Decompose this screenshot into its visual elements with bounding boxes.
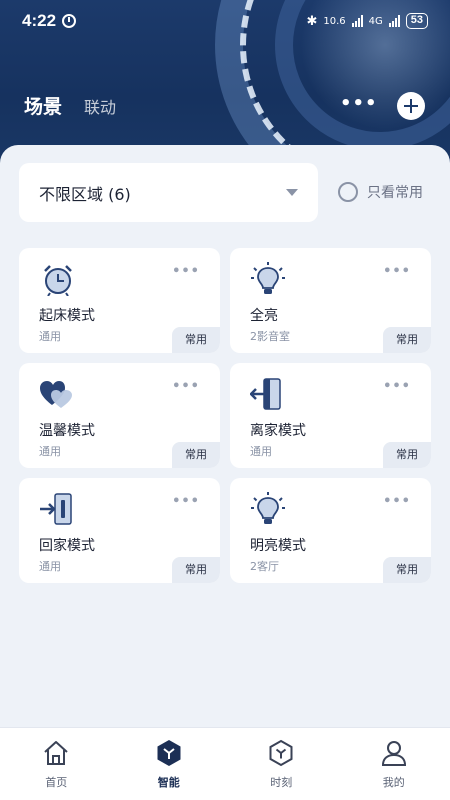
- area-filter-dropdown[interactable]: 不限区域 (6): [19, 163, 318, 222]
- nav-smart[interactable]: 智能: [113, 728, 226, 800]
- card-more-icon[interactable]: •••: [383, 265, 411, 278]
- nav-label: 我的: [382, 776, 405, 789]
- card-more-icon[interactable]: •••: [383, 380, 411, 393]
- light-bulb-icon: [251, 492, 285, 524]
- scene-grid: ••• 起床模式 通用 常用 ••• 全亮 2影音室 常用 ••• 温馨模式 通…: [19, 248, 431, 583]
- return-home-icon: [40, 493, 72, 525]
- nav-home[interactable]: 首页: [0, 728, 113, 800]
- scene-card[interactable]: ••• 回家模式 通用 常用: [19, 478, 220, 583]
- bluetooth-icon: ✱: [306, 13, 318, 29]
- scene-room: 通用: [39, 560, 61, 573]
- area-filter-value: 不限区域 (6): [39, 184, 131, 204]
- scene-room: 通用: [250, 445, 272, 458]
- leave-home-icon: [250, 378, 281, 410]
- profile-icon: [381, 741, 406, 766]
- scene-name: 离家模式: [250, 423, 306, 439]
- scene-name: 起床模式: [39, 308, 95, 324]
- common-badge: 常用: [172, 442, 220, 468]
- card-more-icon[interactable]: •••: [383, 495, 411, 508]
- home-icon: [44, 741, 68, 765]
- common-badge: 常用: [383, 327, 431, 353]
- common-badge: 常用: [172, 327, 220, 353]
- scene-room: 通用: [39, 330, 61, 343]
- add-scene-button[interactable]: [397, 92, 425, 120]
- scene-room: 通用: [39, 445, 61, 458]
- scene-card[interactable]: ••• 起床模式 通用 常用: [19, 248, 220, 353]
- common-badge: 常用: [172, 557, 220, 583]
- hearts-icon: [40, 381, 72, 408]
- scene-room: 2客厅: [250, 560, 279, 573]
- scene-name: 明亮模式: [250, 538, 306, 554]
- alarm-icon: [62, 14, 77, 28]
- alarm-clock-icon: [44, 265, 72, 296]
- chevron-down-icon: [286, 189, 298, 196]
- card-more-icon[interactable]: •••: [172, 265, 200, 278]
- nav-label: 智能: [157, 776, 180, 789]
- nav-label: 首页: [45, 776, 68, 789]
- scene-name: 温馨模式: [39, 423, 95, 439]
- status-time: 4:22: [22, 11, 57, 30]
- common-badge: 常用: [383, 557, 431, 583]
- scene-card[interactable]: ••• 明亮模式 2客厅 常用: [230, 478, 431, 583]
- light-bulb-icon: [251, 262, 285, 294]
- nav-profile[interactable]: 我的: [338, 728, 450, 800]
- only-common-toggle[interactable]: 只看常用: [338, 182, 423, 202]
- scene-name: 回家模式: [39, 538, 95, 554]
- battery-indicator: 53: [405, 13, 428, 29]
- content-sheet: 不限区域 (6) 只看常用 ••• 起床模式 通用 常用 ••• 全亮 2影音室…: [0, 145, 450, 727]
- tab-scenes[interactable]: 场景: [24, 92, 62, 119]
- radio-icon[interactable]: [338, 182, 358, 202]
- common-badge: 常用: [383, 442, 431, 468]
- scene-name: 全亮: [250, 308, 278, 324]
- tab-linkage[interactable]: 联动: [84, 94, 116, 118]
- bottom-nav: 首页 智能 时刻 我的: [0, 727, 450, 800]
- nav-moments[interactable]: 时刻: [225, 728, 338, 800]
- card-more-icon[interactable]: •••: [172, 495, 200, 508]
- smart-hexagon-icon: [157, 740, 181, 766]
- scene-room: 2影音室: [250, 330, 290, 343]
- top-tabs: 场景 联动: [24, 92, 116, 119]
- net-speed: 10.6: [323, 15, 346, 27]
- card-more-icon[interactable]: •••: [172, 380, 200, 393]
- nav-label: 时刻: [270, 776, 293, 789]
- scene-card[interactable]: ••• 温馨模式 通用 常用: [19, 363, 220, 468]
- signal-icon: [351, 15, 363, 27]
- scene-card[interactable]: ••• 离家模式 通用 常用: [230, 363, 431, 468]
- moment-hexagon-icon: [269, 739, 293, 767]
- network-type: 4G: [368, 15, 383, 27]
- status-bar: 4:22 ✱ 10.6 4G 53: [0, 0, 450, 42]
- signal-icon: [388, 15, 400, 27]
- only-common-label: 只看常用: [367, 185, 423, 201]
- more-dots-icon[interactable]: •••: [340, 95, 378, 113]
- scene-card[interactable]: ••• 全亮 2影音室 常用: [230, 248, 431, 353]
